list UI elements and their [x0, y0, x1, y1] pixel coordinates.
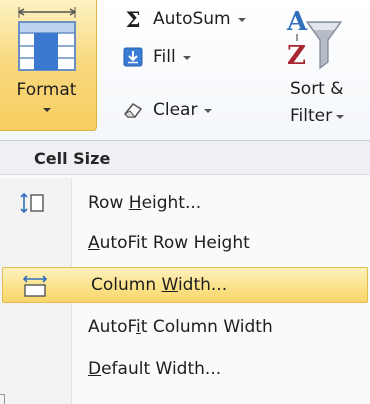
ribbon-cells-editing-group: Format Σ AutoSum Fill Clear A Z Sort & F…	[0, 0, 370, 141]
sort-filter-icon[interactable]: A Z	[285, 4, 343, 76]
chevron-down-icon	[336, 115, 345, 119]
chevron-down-icon	[43, 108, 51, 112]
chevron-down-icon	[204, 109, 213, 113]
fill-button[interactable]: Fill	[121, 42, 191, 72]
chevron-down-icon	[182, 56, 191, 60]
column-width-icon	[21, 274, 49, 298]
fill-down-icon	[121, 45, 145, 69]
clear-button[interactable]: Clear	[121, 95, 213, 125]
menu-item-label: AutoFit Column Width	[88, 317, 273, 337]
row-height-icon	[18, 191, 46, 215]
clear-label: Clear	[153, 100, 198, 120]
fill-label: Fill	[153, 47, 176, 67]
menu-item-label: AutoFit Row Height	[88, 233, 250, 253]
autosum-label: AutoSum	[153, 9, 231, 29]
sort-filter-label-line1: Sort &	[290, 79, 344, 99]
format-cells-icon	[17, 6, 77, 80]
sheet-edge-mark	[0, 394, 5, 404]
excel-format-dropdown-screen: Format Σ AutoSum Fill Clear A Z Sort & F…	[0, 0, 370, 404]
menu-item-label: Row Height...	[88, 193, 202, 213]
chevron-down-icon	[237, 18, 246, 22]
format-button[interactable]: Format	[0, 0, 97, 131]
menu-item-default-width[interactable]: Default Width...	[0, 351, 370, 387]
format-dropdown-menu: Cell Size Row Height... AutoFit Row Heig…	[0, 141, 370, 404]
section-header-cell-size: Cell Size	[0, 141, 370, 175]
eraser-icon	[121, 98, 145, 122]
menu-item-autofit-column-width[interactable]: AutoFit Column Width	[0, 309, 370, 345]
menu-item-autofit-row-height[interactable]: AutoFit Row Height	[0, 225, 370, 261]
sort-filter-button[interactable]: Filter	[290, 106, 345, 126]
svg-text:Z: Z	[287, 41, 306, 71]
autosum-button[interactable]: Σ AutoSum	[121, 4, 246, 34]
menu-item-column-width[interactable]: Column Width...	[2, 267, 368, 303]
menu-item-label: Default Width...	[88, 359, 222, 379]
menu-item-row-height[interactable]: Row Height...	[0, 185, 370, 221]
menu-item-label: Column Width...	[91, 275, 228, 295]
autosum-icon: Σ	[125, 6, 141, 32]
format-button-label: Format	[16, 80, 77, 100]
sort-filter-label-line2: Filter	[290, 106, 333, 126]
svg-text:A: A	[286, 7, 308, 37]
section-title: Cell Size	[34, 149, 111, 168]
